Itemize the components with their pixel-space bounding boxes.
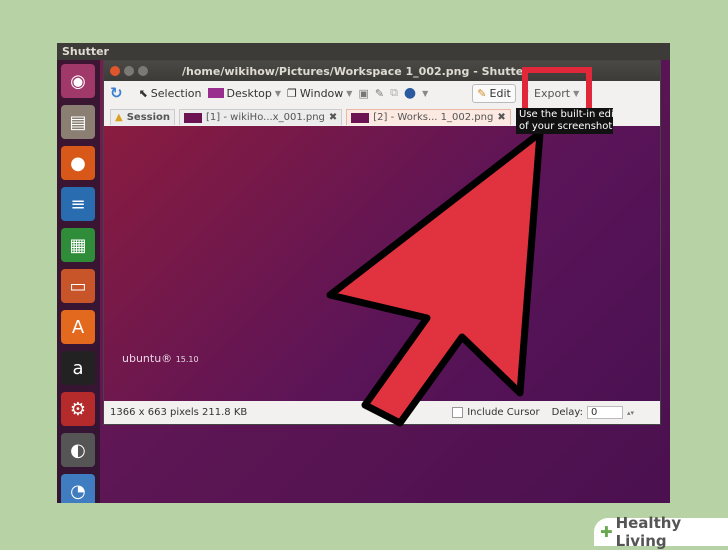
red-arrow	[326, 129, 544, 427]
annotation-arrow	[326, 129, 544, 427]
leaf-icon: ✚	[600, 523, 613, 541]
healthy-living-watermark: ✚ Healthy Living	[594, 514, 728, 550]
tooltip: Use the built-in editorof your screensho…	[516, 108, 613, 134]
